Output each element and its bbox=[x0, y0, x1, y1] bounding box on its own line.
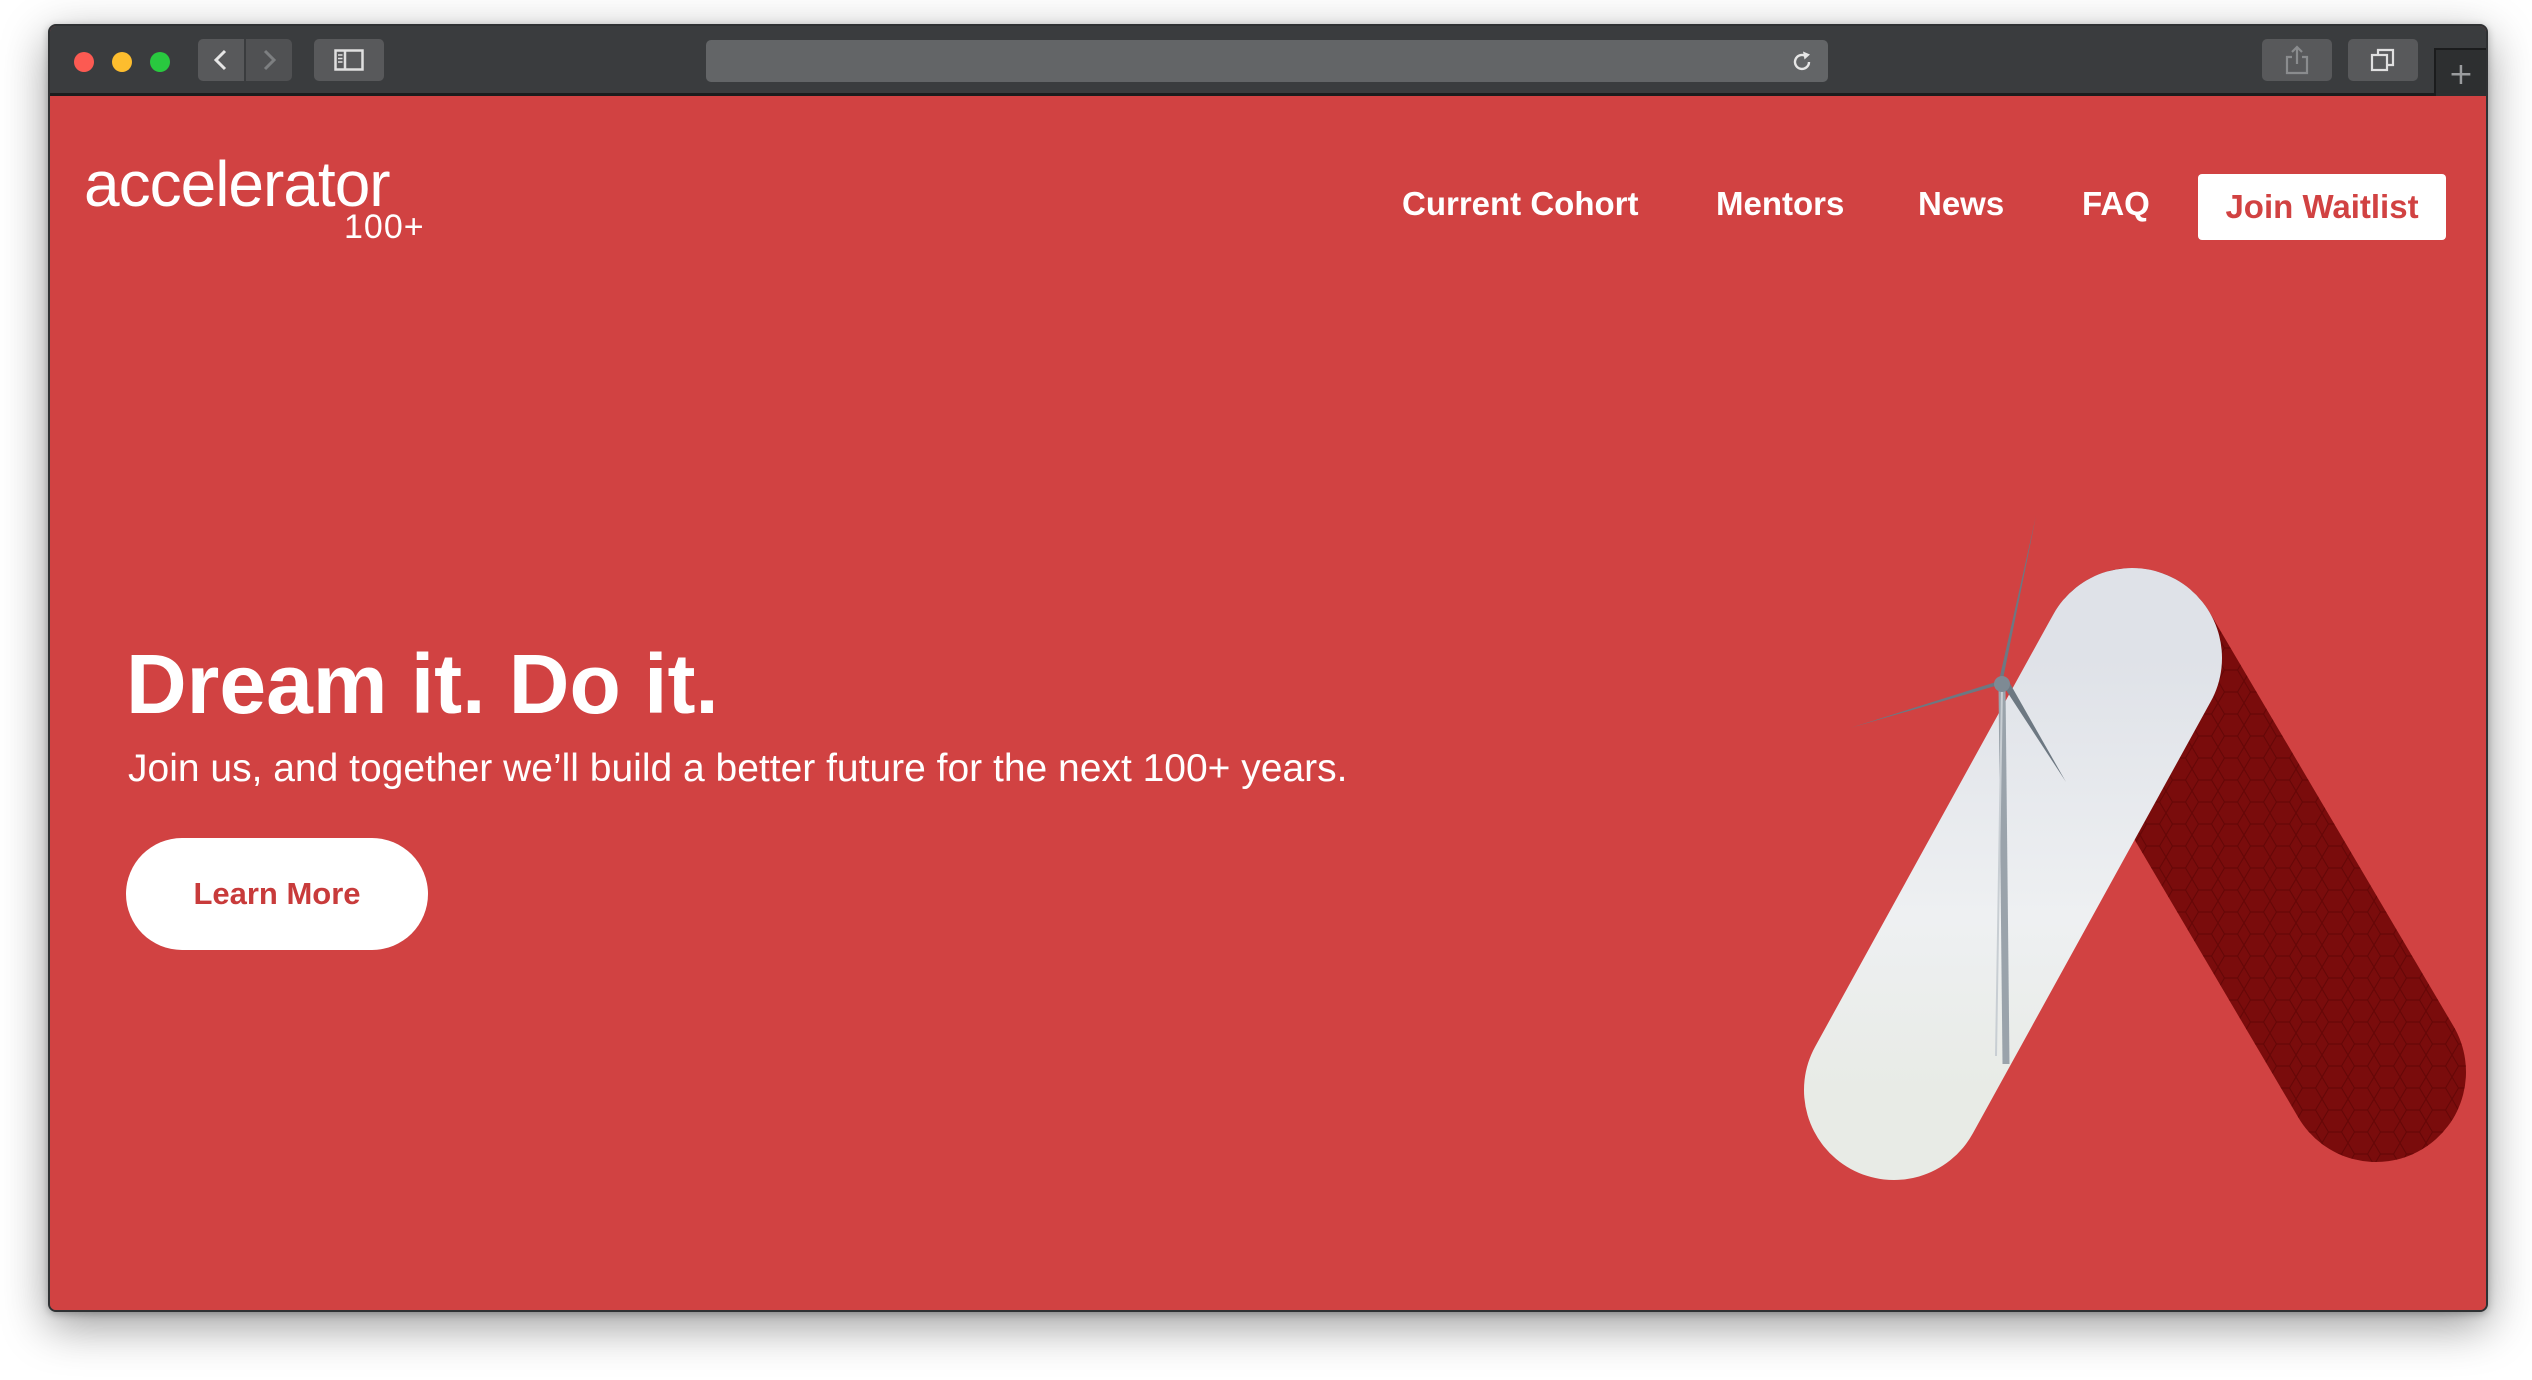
sidebar-icon bbox=[334, 49, 364, 71]
sidebar-toggle-button[interactable] bbox=[314, 39, 384, 81]
plus-icon: + bbox=[2448, 56, 2474, 92]
browser-toolbar: + bbox=[50, 26, 2486, 98]
site-logo[interactable]: accelerator 100+ bbox=[84, 148, 424, 244]
logo-wordmark: accelerator bbox=[84, 148, 391, 220]
share-button[interactable] bbox=[2262, 39, 2332, 81]
address-bar[interactable] bbox=[706, 40, 1828, 82]
forward-button[interactable] bbox=[246, 39, 292, 81]
hero-illustration bbox=[1804, 516, 2466, 1180]
browser-window: + accelerator 100+ Current Cohort Mentor… bbox=[48, 24, 2488, 1312]
close-window-button[interactable] bbox=[74, 52, 94, 72]
tabs-icon bbox=[2370, 48, 2395, 72]
nav-link-mentors[interactable]: Mentors bbox=[1716, 184, 1844, 224]
logo-suffix: 100+ bbox=[344, 208, 425, 246]
back-button[interactable] bbox=[198, 39, 244, 81]
nav-link-current-cohort[interactable]: Current Cohort bbox=[1402, 184, 1638, 224]
join-waitlist-button[interactable]: Join Waitlist bbox=[2198, 174, 2446, 240]
webpage: accelerator 100+ Current Cohort Mentors … bbox=[50, 96, 2486, 1310]
zoom-window-button[interactable] bbox=[150, 52, 170, 72]
learn-more-button[interactable]: Learn More bbox=[126, 838, 428, 950]
chevron-right-icon bbox=[263, 49, 277, 71]
show-tabs-button[interactable] bbox=[2348, 39, 2418, 81]
nav-link-faq[interactable]: FAQ bbox=[2082, 184, 2150, 224]
share-icon bbox=[2285, 45, 2309, 75]
chevron-left-icon bbox=[213, 49, 227, 71]
minimize-window-button[interactable] bbox=[112, 52, 132, 72]
nav-link-news[interactable]: News bbox=[1918, 184, 2004, 224]
hero-subheadline: Join us, and together we’ll build a bett… bbox=[128, 747, 1348, 790]
hero-headline: Dream it. Do it. bbox=[126, 637, 719, 731]
reload-icon[interactable] bbox=[1790, 50, 1814, 78]
new-tab-button[interactable]: + bbox=[2434, 48, 2486, 98]
